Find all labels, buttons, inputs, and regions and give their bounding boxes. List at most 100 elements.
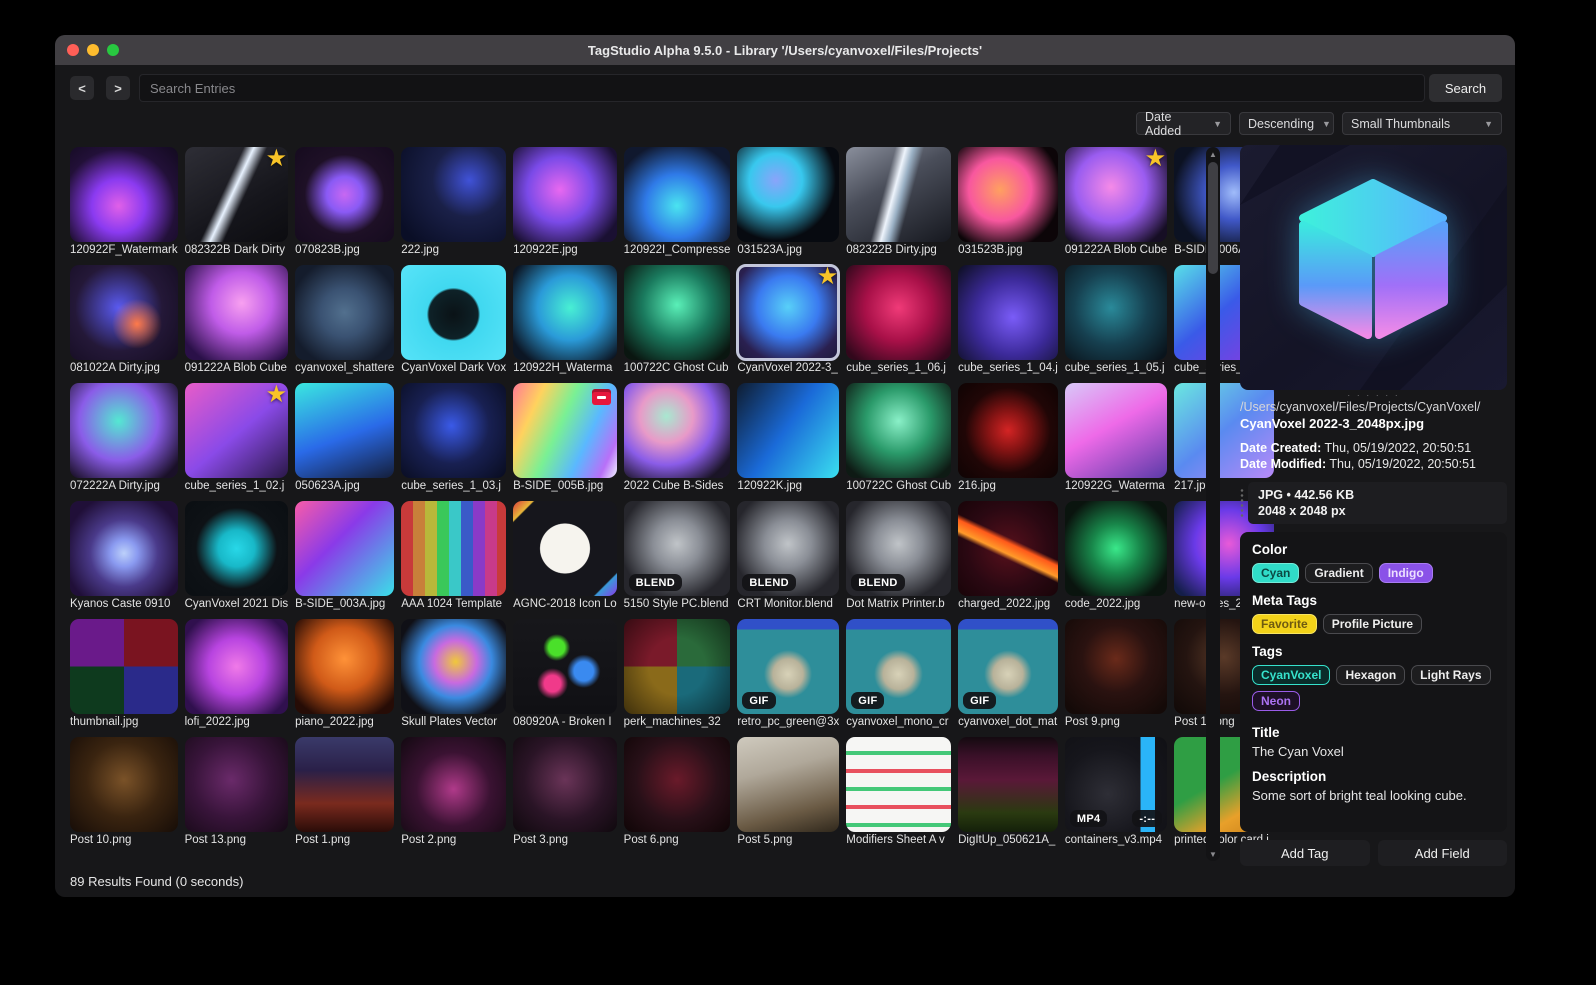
thumbnail[interactable] [623,383,731,478]
close-window-button[interactable] [67,44,79,56]
thumbnail[interactable] [513,737,617,832]
thumbnail[interactable] [737,737,840,832]
grid-item[interactable]: charged_2022.jpg [958,501,1058,612]
thumbnail[interactable] [70,501,178,596]
thumbnail[interactable] [623,737,731,832]
grid-item[interactable]: cube_series_1_05.j [1064,265,1168,376]
thumbnail[interactable]: MP4 -:-- [1064,737,1168,832]
thumbnail[interactable] [737,383,840,478]
thumbnail[interactable] [958,737,1058,832]
grid-item[interactable]: piano_2022.jpg [295,619,395,730]
grid-item[interactable]: Modifiers Sheet A v [846,737,952,848]
grid-item[interactable]: DigItUp_050621A_ [958,737,1058,848]
grid-item[interactable]: ★ cube_series_1_02.j [184,383,289,494]
grid-scrollbar[interactable]: ▲ ▼ [1206,147,1220,861]
thumbnail[interactable] [295,147,395,242]
tag-pill[interactable]: Indigo [1378,563,1433,583]
thumbnail[interactable] [70,737,178,832]
grid-item[interactable]: Post 3.png [513,737,617,848]
grid-item[interactable]: 216.jpg [958,383,1058,494]
grid-item[interactable]: 050623A.jpg [295,383,395,494]
thumbnail[interactable] [1064,619,1168,714]
thumbnail[interactable] [623,147,731,242]
grid-item[interactable]: perk_machines_32 [623,619,731,730]
tag-pill[interactable]: CyanVoxel [1252,665,1331,685]
grid-item[interactable]: Kyanos Caste 0910 [70,501,178,612]
thumbnail[interactable] [401,501,507,596]
thumbnail[interactable] [1064,383,1168,478]
thumbnail[interactable] [184,619,289,714]
thumbnail[interactable] [295,383,395,478]
thumbnail[interactable] [846,265,952,360]
grid-item[interactable]: Post 5.png [737,737,840,848]
thumbnail-size-dropdown[interactable]: Small Thumbnails ▼ [1342,112,1502,135]
grid-item[interactable]: 2022 Cube B-Sides [623,383,731,494]
scroll-up-arrow-icon[interactable]: ▲ [1206,147,1220,161]
minimize-window-button[interactable] [87,44,99,56]
thumbnail[interactable] [401,619,507,714]
search-input[interactable] [139,74,1425,102]
back-button[interactable]: < [70,76,94,100]
grid-item[interactable]: ★ 091222A Blob Cube [1064,147,1168,258]
grid-item[interactable]: 120922I_Compresse [623,147,731,258]
tag-pill[interactable]: Profile Picture [1322,614,1423,634]
thumbnail[interactable] [295,619,395,714]
thumbnail[interactable] [623,265,731,360]
tag-pill[interactable]: Gradient [1305,563,1373,583]
thumbnail[interactable]: GIF [846,619,952,714]
grid-item[interactable]: cube_series_1_03.j [401,383,507,494]
grid-item[interactable]: 120922G_Waterma [1064,383,1168,494]
thumbnail[interactable] [70,619,178,714]
thumbnail[interactable] [70,265,178,360]
grid-item[interactable]: CyanVoxel 2021 Dis [184,501,289,612]
grid-item[interactable]: 031523B.jpg [958,147,1058,258]
thumbnail[interactable] [737,147,840,242]
grid-item[interactable]: lofi_2022.jpg [184,619,289,730]
grid-item[interactable]: BLEND 5150 Style PC.blend [623,501,731,612]
grid-item[interactable]: 080920A - Broken I [513,619,617,730]
thumbnail[interactable] [401,147,507,242]
tag-pill[interactable]: Favorite [1252,614,1317,634]
grid-item[interactable]: Post 9.png [1064,619,1168,730]
tag-pill[interactable]: Hexagon [1336,665,1406,685]
grid-item[interactable]: 100722C Ghost Cub [623,265,731,376]
thumbnail[interactable] [513,383,617,478]
scroll-down-arrow-icon[interactable]: ▼ [1206,847,1220,861]
scrollbar-thumb[interactable] [1208,162,1218,274]
grid-item[interactable]: AAA 1024 Template [401,501,507,612]
grid-item[interactable]: 120922H_Waterma [513,265,617,376]
grid-item[interactable]: MP4 -:-- containers_v3.mp4 [1064,737,1168,848]
grid-item[interactable]: code_2022.jpg [1064,501,1168,612]
thumbnail-selected[interactable]: ★ [736,264,841,361]
thumbnail[interactable]: BLEND [737,501,840,596]
grid-item[interactable]: BLEND Dot Matrix Printer.b [846,501,952,612]
thumbnail[interactable] [513,619,617,714]
grid-item[interactable]: Post 6.png [623,737,731,848]
grid-item[interactable]: 081022A Dirty.jpg [70,265,178,376]
grid-item[interactable]: 222.jpg [401,147,507,258]
grid-item[interactable]: Skull Plates Vector [401,619,507,730]
grid-item[interactable]: GIF retro_pc_green@3x [737,619,840,730]
thumbnail[interactable]: ★ [184,147,289,242]
thumbnail[interactable] [295,737,395,832]
preview-resize-handle[interactable]: · · · · · · [1240,390,1507,400]
sort-direction-dropdown[interactable]: Descending ▼ [1239,112,1334,135]
grid-item[interactable]: cube_series_1_04.j [958,265,1058,376]
grid-item[interactable]: B-SIDE_005B.jpg [513,383,617,494]
thumbnail[interactable]: GIF [737,619,840,714]
grid-item[interactable]: ★ 082322B Dark Dirty [184,147,289,258]
grid-item[interactable]: AGNC-2018 Icon Lo [513,501,617,612]
grid-item[interactable]: GIF cyanvoxel_dot_mat [958,619,1058,730]
thumbnail[interactable]: ★ [1064,147,1168,242]
thumbnail[interactable] [184,501,289,596]
grid-item[interactable]: GIF cyanvoxel_mono_cr [846,619,952,730]
grid-item[interactable]: 091222A Blob Cube [184,265,289,376]
grid-item[interactable]: Post 1.png [295,737,395,848]
thumbnail[interactable] [846,737,952,832]
thumbnail[interactable] [623,619,731,714]
add-tag-button[interactable]: Add Tag [1240,840,1370,866]
thumbnail[interactable]: BLEND [846,501,952,596]
grid-item[interactable]: 120922K.jpg [737,383,840,494]
thumbnail[interactable] [70,383,178,478]
thumbnail[interactable] [70,147,178,242]
